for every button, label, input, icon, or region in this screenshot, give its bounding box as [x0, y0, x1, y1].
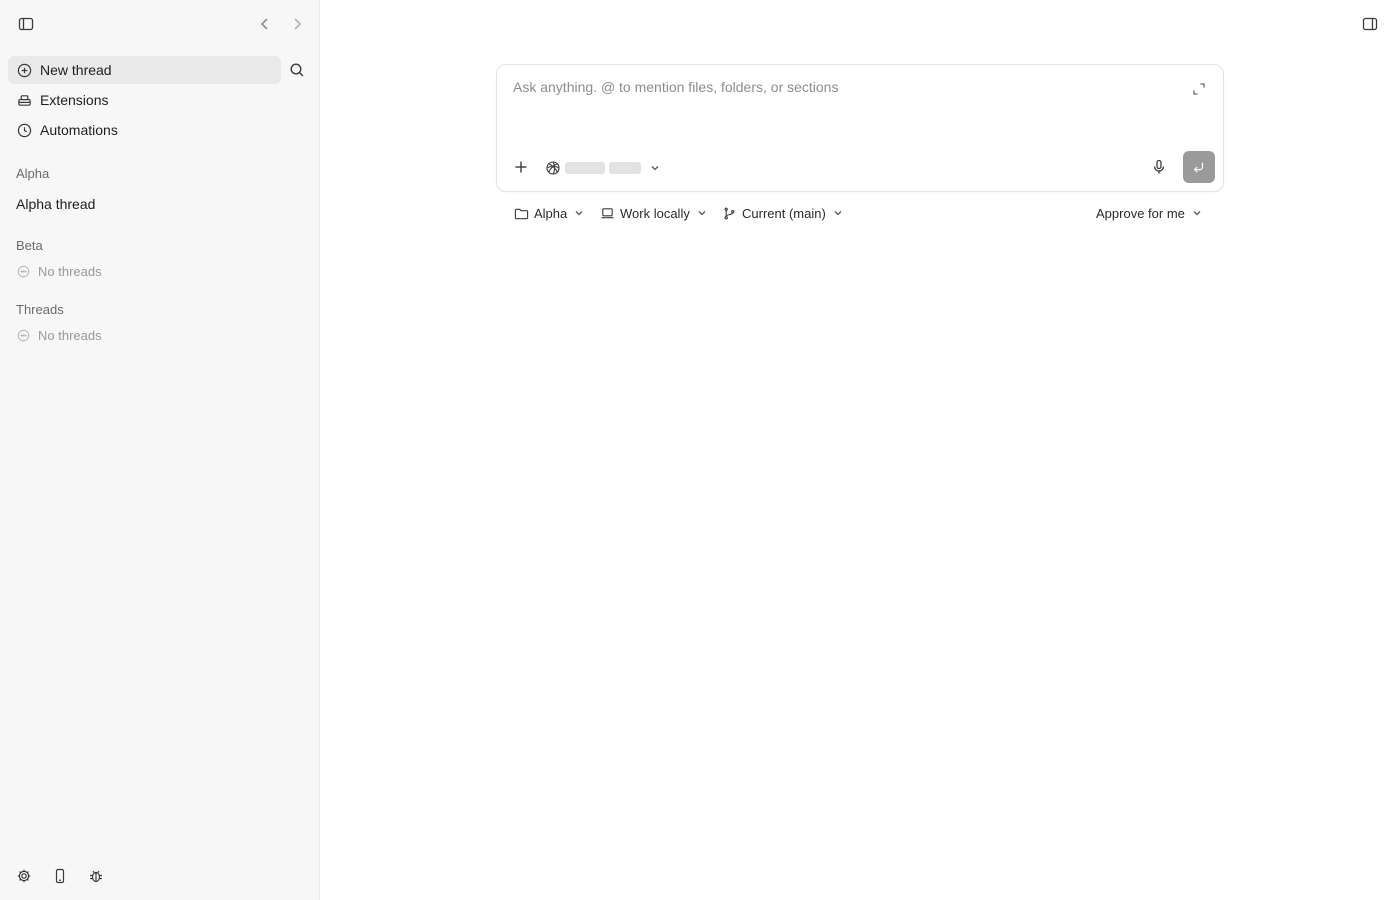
chevron-down-icon	[573, 207, 585, 219]
composer	[496, 64, 1224, 192]
send-button[interactable]	[1183, 151, 1215, 183]
sidebar-nav: New thread Extensions Automations	[8, 56, 312, 146]
sidebar-topbar	[0, 0, 319, 48]
branch-selector[interactable]: Current (main)	[722, 202, 844, 224]
chat-bubble-icon	[16, 265, 30, 279]
extensions-button[interactable]: Extensions	[8, 86, 281, 114]
approval-label: Approve for me	[1096, 205, 1185, 221]
model-logo-icon	[545, 160, 561, 176]
approval-selector[interactable]: Approve for me	[1096, 202, 1203, 224]
section-title-beta: Beta	[16, 238, 43, 253]
microphone-icon[interactable]	[1147, 155, 1171, 179]
new-thread-label: New thread	[40, 62, 112, 78]
search-icon[interactable]	[285, 58, 309, 82]
section-title-threads: Threads	[16, 302, 64, 317]
empty-threads-threads: No threads	[16, 328, 102, 343]
empty-text-beta: No threads	[38, 264, 102, 279]
chat-bubble-icon	[16, 329, 30, 343]
empty-threads-beta: No threads	[16, 264, 102, 279]
mobile-device-icon[interactable]	[48, 864, 72, 888]
clock-icon	[16, 122, 32, 138]
project-label: Alpha	[534, 205, 568, 221]
extensions-label: Extensions	[40, 92, 109, 108]
automations-button[interactable]: Automations	[8, 116, 281, 144]
toggle-sidebar-icon[interactable]	[14, 12, 38, 36]
model-variant-placeholder	[609, 162, 641, 174]
git-branch-icon	[722, 206, 737, 221]
settings-gear-icon[interactable]	[12, 864, 36, 888]
expand-icon[interactable]	[1187, 77, 1211, 101]
section-title-alpha: Alpha	[16, 166, 50, 181]
environment-selector[interactable]: Work locally	[600, 202, 708, 224]
app-window: New thread Extensions Automations Alpha …	[0, 0, 1400, 900]
laptop-icon	[600, 206, 615, 221]
project-selector[interactable]: Alpha	[514, 202, 585, 224]
bug-icon[interactable]	[84, 864, 108, 888]
environment-label: Work locally	[620, 205, 690, 221]
forward-arrow-icon[interactable]	[285, 12, 309, 36]
toggle-right-panel-icon[interactable]	[1358, 12, 1382, 36]
model-picker[interactable]	[545, 157, 661, 179]
prompt-input[interactable]	[513, 79, 1173, 95]
chevron-down-icon	[832, 207, 844, 219]
automations-label: Automations	[40, 122, 118, 138]
new-thread-button[interactable]: New thread	[8, 56, 281, 84]
sidebar: New thread Extensions Automations Alpha …	[0, 0, 320, 900]
main-pane: Alpha Work locally Current (main) Approv…	[320, 0, 1400, 900]
thread-item-alpha[interactable]: Alpha thread	[8, 190, 304, 218]
back-arrow-icon[interactable]	[253, 12, 277, 36]
extensions-icon	[16, 92, 32, 108]
model-name-placeholder	[565, 162, 605, 174]
composer-options: Alpha Work locally Current (main) Approv…	[512, 202, 1208, 224]
chevron-down-icon	[696, 207, 708, 219]
attach-plus-icon[interactable]	[509, 155, 533, 179]
plus-circle-icon	[16, 62, 32, 78]
branch-label: Current (main)	[742, 205, 826, 221]
send-arrow-icon	[1193, 162, 1204, 173]
empty-text-threads: No threads	[38, 328, 102, 343]
chevron-down-icon	[1191, 207, 1203, 219]
folder-icon	[514, 206, 529, 221]
chevron-down-icon	[649, 162, 661, 174]
